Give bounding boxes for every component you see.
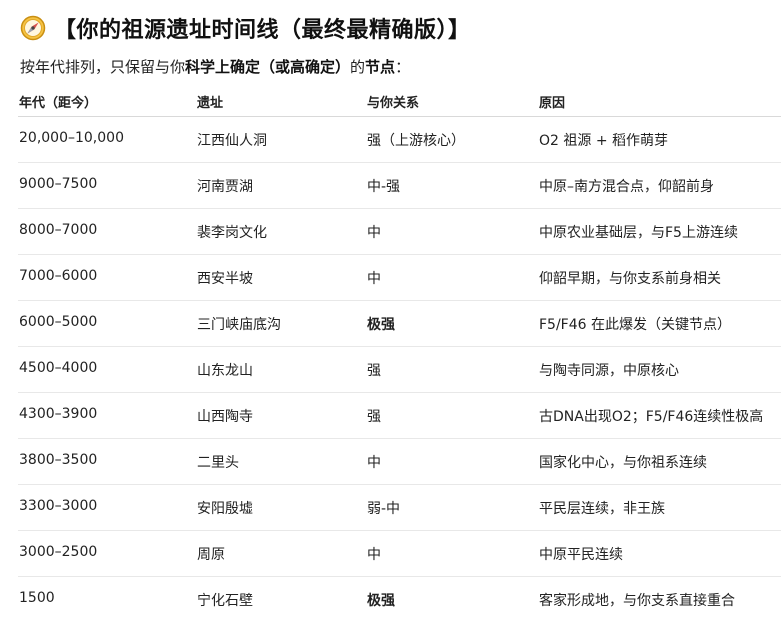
- table-row: 4300–3900 山西陶寺 强 古DNA出现O2；F5/F46连续性极高: [18, 393, 781, 439]
- cell-reason: 客家形成地，与你支系直接重合: [539, 593, 735, 609]
- page-title: 【你的祖源遗址时间线（最终最精确版）】: [54, 18, 471, 43]
- cell-site: 山西陶寺: [197, 409, 253, 425]
- cell-era: 8000–7000: [19, 222, 98, 238]
- cell-era: 20,000–10,000: [19, 130, 124, 146]
- cell-era: 7000–6000: [19, 268, 98, 284]
- intro-middle: 的: [350, 58, 366, 76]
- header-relation: 与你关系: [367, 96, 420, 111]
- table-row: 1500 宁化石壁 极强 客家形成地，与你支系直接重合: [18, 577, 781, 622]
- cell-era: 3800–3500: [19, 452, 98, 468]
- cell-relation: 中: [367, 547, 381, 563]
- compass-icon: [20, 15, 46, 41]
- page-title-row: 【你的祖源遗址时间线（最终最精确版）】: [20, 8, 471, 48]
- cell-relation: 强（上游核心）: [367, 133, 465, 149]
- cell-era: 3300–3000: [19, 498, 98, 514]
- cell-site: 山东龙山: [197, 363, 253, 379]
- cell-reason: 仰韶早期，与你支系前身相关: [539, 271, 721, 287]
- table-row: 6000–5000 三门峡庙底沟 极强 F5/F46 在此爆发（关键节点）: [18, 301, 781, 347]
- table-row: 8000–7000 裴李岗文化 中 中原农业基础层，与F5上游连续: [18, 209, 781, 255]
- cell-site: 江西仙人洞: [197, 133, 267, 149]
- cell-era: 4300–3900: [19, 406, 98, 422]
- table-body: 20,000–10,000 江西仙人洞 强（上游核心） O2 祖源 + 稻作萌芽 900…: [18, 117, 781, 622]
- cell-site: 宁化石壁: [197, 593, 253, 609]
- cell-site: 裴李岗文化: [197, 225, 267, 241]
- intro-prefix: 按年代排列，只保留与你: [20, 58, 186, 76]
- cell-site: 周原: [197, 547, 225, 563]
- cell-era: 3000–2500: [19, 544, 98, 560]
- cell-reason: 国家化中心，与你祖系连续: [539, 455, 707, 471]
- cell-relation: 极强: [367, 317, 395, 333]
- cell-era: 1500: [19, 590, 55, 606]
- cell-reason: 中原平民连续: [539, 547, 623, 563]
- table-header: 年代（距今） 遗址 与你关系 原因: [18, 84, 781, 117]
- cell-relation: 中: [367, 225, 381, 241]
- cell-relation: 弱-中: [367, 501, 401, 517]
- intro-bold-nodes: 节点: [365, 58, 396, 76]
- cell-reason: F5/F46 在此爆发（关键节点）: [539, 317, 731, 333]
- cell-era: 4500–4000: [19, 360, 98, 376]
- cell-relation: 中-强: [367, 179, 401, 195]
- cell-reason: O2 祖源 + 稻作萌芽: [539, 133, 669, 149]
- table-row: 4500–4000 山东龙山 强 与陶寺同源，中原核心: [18, 347, 781, 393]
- cell-site: 二里头: [197, 455, 239, 471]
- cell-reason: 中原–南方混合点，仰韶前身: [539, 179, 714, 195]
- cell-site: 西安半坡: [197, 271, 253, 287]
- cell-site: 安阳殷墟: [197, 501, 253, 517]
- cell-era: 9000–7500: [19, 176, 98, 192]
- cell-relation: 强: [367, 363, 381, 379]
- cell-relation: 中: [367, 455, 381, 471]
- header-site: 遗址: [197, 96, 224, 111]
- table-row: 3300–3000 安阳殷墟 弱-中 平民层连续，非王族: [18, 485, 781, 531]
- intro-bold-criterion: 科学上确定（或高确定）: [185, 58, 351, 76]
- header-era: 年代（距今）: [19, 96, 98, 111]
- cell-relation: 中: [367, 271, 381, 287]
- table-row: 9000–7500 河南贾湖 中-强 中原–南方混合点，仰韶前身: [18, 163, 781, 209]
- table-row: 20,000–10,000 江西仙人洞 强（上游核心） O2 祖源 + 稻作萌芽: [18, 117, 781, 163]
- cell-site: 河南贾湖: [197, 179, 253, 195]
- cell-era: 6000–5000: [19, 314, 98, 330]
- table-row: 3800–3500 二里头 中 国家化中心，与你祖系连续: [18, 439, 781, 485]
- cell-relation: 极强: [367, 593, 395, 609]
- cell-reason: 古DNA出现O2；F5/F46连续性极高: [539, 409, 764, 425]
- cell-reason: 平民层连续，非王族: [539, 501, 665, 517]
- cell-relation: 强: [367, 409, 381, 425]
- header-reason: 原因: [539, 96, 566, 111]
- table-row: 7000–6000 西安半坡 中 仰韶早期，与你支系前身相关: [18, 255, 781, 301]
- timeline-table: 年代（距今） 遗址 与你关系 原因 20,000–10,000 江西仙人洞 强（上游…: [18, 84, 781, 622]
- cell-reason: 中原农业基础层，与F5上游连续: [539, 225, 738, 241]
- intro-suffix: ：: [395, 58, 411, 76]
- table-row: 3000–2500 周原 中 中原平民连续: [18, 531, 781, 577]
- intro-text: 按年代排列，只保留与你科学上确定（或高确定）的节点：: [20, 56, 410, 77]
- cell-reason: 与陶寺同源，中原核心: [539, 363, 679, 379]
- cell-site: 三门峡庙底沟: [197, 317, 281, 333]
